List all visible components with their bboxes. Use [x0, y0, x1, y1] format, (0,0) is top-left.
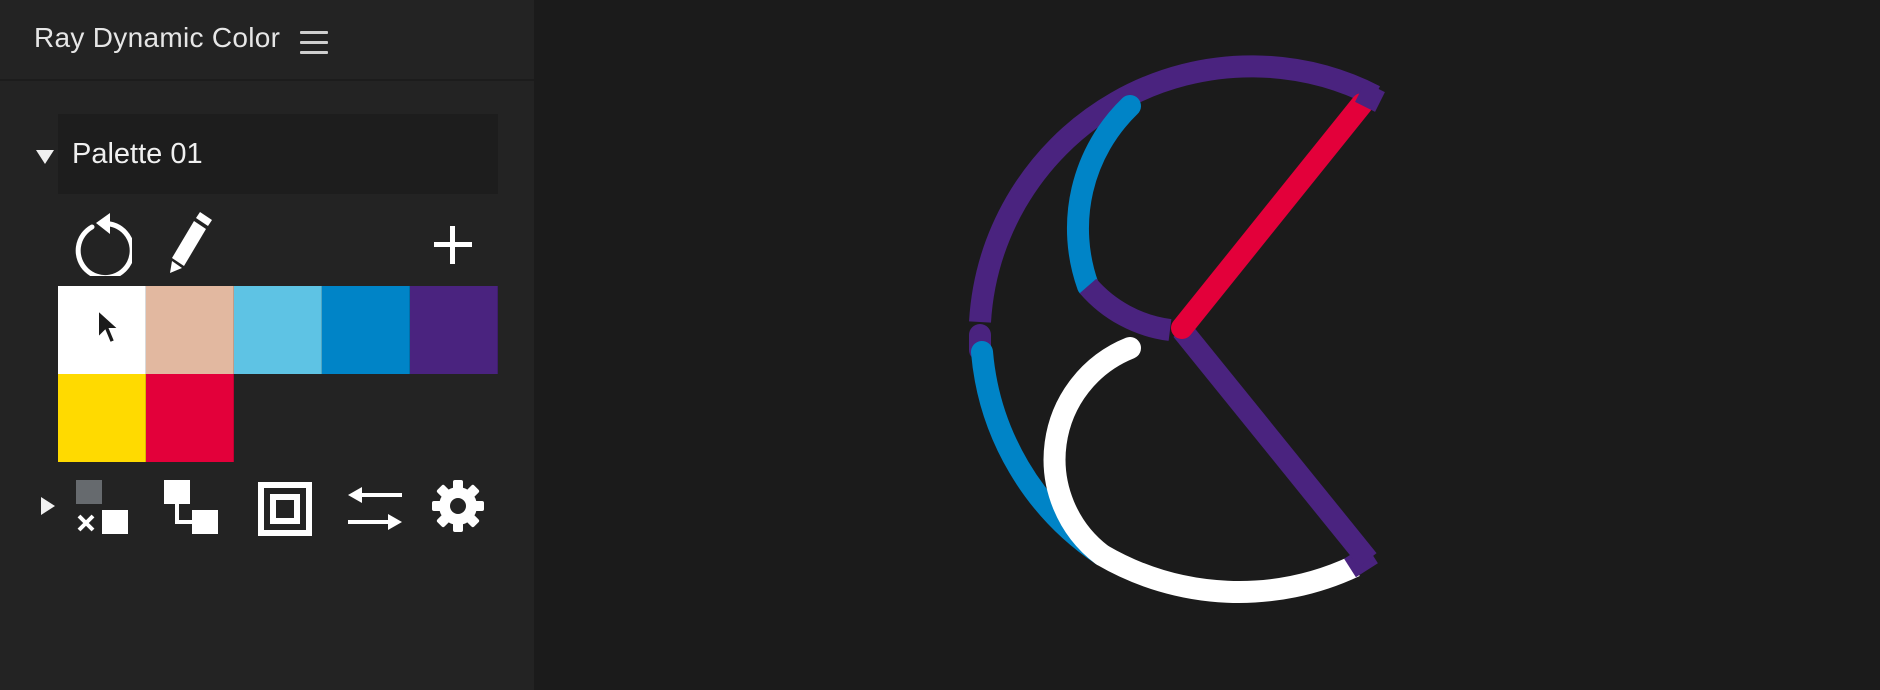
swatch-peach[interactable] — [146, 286, 234, 374]
palette-header[interactable]: Palette 01 — [58, 114, 498, 194]
reset-icon[interactable] — [70, 210, 135, 280]
swatch-red[interactable] — [146, 374, 234, 462]
swatch-purple[interactable] — [410, 286, 498, 374]
swatch-yellow[interactable] — [58, 374, 146, 462]
hamburger-menu-icon[interactable] — [300, 30, 330, 56]
swatch-white[interactable] — [58, 286, 146, 374]
plus-icon[interactable] — [432, 224, 474, 266]
palette-name: Palette 01 — [72, 138, 203, 170]
ray-dynamic-color-panel: Ray Dynamic Color Palette 01 — [0, 0, 534, 690]
link-objects-icon[interactable] — [162, 478, 220, 536]
palette-collapse-toggle[interactable] — [34, 147, 56, 167]
swatch-light-blue[interactable] — [234, 286, 322, 374]
artboard-canvas — [534, 0, 1880, 690]
caret-right-icon[interactable] — [38, 494, 58, 518]
panel-title: Ray Dynamic Color — [34, 22, 281, 53]
swatch-blue[interactable] — [322, 286, 410, 374]
circle-line-logo-artwork — [969, 55, 1385, 603]
pencil-icon[interactable] — [166, 208, 216, 274]
remove-fill-icon[interactable] — [74, 478, 130, 536]
stroke-frame-icon[interactable] — [256, 480, 314, 538]
color-swatch-grid — [58, 286, 498, 462]
mouse-cursor-icon — [97, 308, 122, 345]
swap-arrows-icon[interactable] — [346, 484, 404, 534]
gear-icon[interactable] — [430, 478, 486, 534]
panel-header: Ray Dynamic Color — [0, 0, 534, 81]
